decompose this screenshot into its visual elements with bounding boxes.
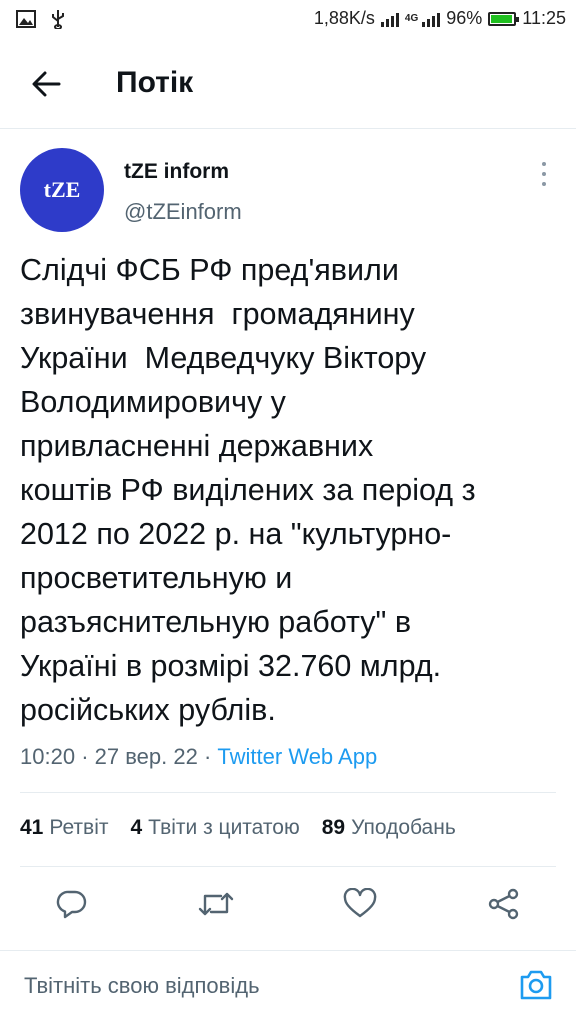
tweet-text: Слідчі ФСБ РФ пред'явили звинувачення гр… <box>20 253 476 727</box>
status-right: 1,88K/s 4G 96% 11:25 <box>314 8 566 29</box>
dot-icon <box>542 172 546 176</box>
likes-stat[interactable]: 89 Уподобань <box>322 816 456 840</box>
avatar[interactable]: tZE <box>20 148 104 232</box>
avatar-logo-text: tZE <box>43 177 81 202</box>
battery-fill <box>491 14 513 23</box>
signal-icon-2 <box>422 11 441 27</box>
like-button[interactable] <box>340 884 380 924</box>
retweets-label: Ретвіт <box>49 816 109 839</box>
arrow-left-icon <box>32 71 61 97</box>
author-name[interactable]: tZE inform <box>124 160 229 184</box>
quotes-label: Твіти з цитатою <box>148 816 300 839</box>
reply-button[interactable] <box>52 884 92 924</box>
tweet-date[interactable]: 27 вер. 22 <box>95 744 198 769</box>
tweet-stats: 41 Ретвіт 4 Твіти з цитатою 89 Уподобань <box>20 816 456 840</box>
gallery-icon <box>16 10 36 33</box>
network-type: 4G <box>404 13 419 24</box>
likes-label: Уподобань <box>351 816 456 839</box>
battery-percent: 96% <box>446 8 483 28</box>
camera-icon <box>520 970 552 1000</box>
battery-icon <box>488 11 520 26</box>
author-handle[interactable]: @tZEinform <box>124 199 242 225</box>
quotes-stat[interactable]: 4 Твіти з цитатою <box>130 816 299 840</box>
reply-icon <box>56 890 87 919</box>
meta-separator: · <box>203 744 212 769</box>
divider <box>20 792 556 793</box>
clock: 11:25 <box>522 8 566 28</box>
reply-bar: Твітніть свою відповідь <box>0 950 576 1025</box>
tweet-actions <box>0 884 576 924</box>
likes-count: 89 <box>321 816 346 839</box>
dot-icon <box>542 162 546 166</box>
share-button[interactable] <box>484 884 524 924</box>
status-bar: 1,88K/s 4G 96% 11:25 <box>0 0 576 40</box>
tweet-meta: 10:20 · 27 вер. 22 · Twitter Web App <box>20 744 377 770</box>
usb-icon <box>50 9 66 34</box>
reply-input[interactable]: Твітніть свою відповідь <box>24 973 260 999</box>
tweet-source-link[interactable]: Twitter Web App <box>217 744 377 769</box>
tweet-time[interactable]: 10:20 <box>20 744 75 769</box>
header: Потік <box>0 40 576 129</box>
retweet-button[interactable] <box>196 884 236 924</box>
back-button[interactable] <box>26 64 66 104</box>
quotes-count: 4 <box>130 816 143 839</box>
retweet-icon <box>198 892 234 916</box>
share-icon <box>488 888 519 920</box>
network-speed: 1,88K/s <box>313 8 375 28</box>
more-options-button[interactable] <box>534 160 554 188</box>
page-title: Потік <box>116 66 194 99</box>
retweets-count: 41 <box>20 816 44 839</box>
status-left <box>16 9 66 34</box>
camera-button[interactable] <box>516 965 556 1005</box>
dot-icon <box>542 182 546 186</box>
heart-icon <box>343 888 377 918</box>
signal-icon <box>380 11 399 27</box>
divider <box>20 866 556 867</box>
retweets-stat[interactable]: 41 Ретвіт <box>20 816 108 840</box>
meta-separator: · <box>81 744 89 769</box>
